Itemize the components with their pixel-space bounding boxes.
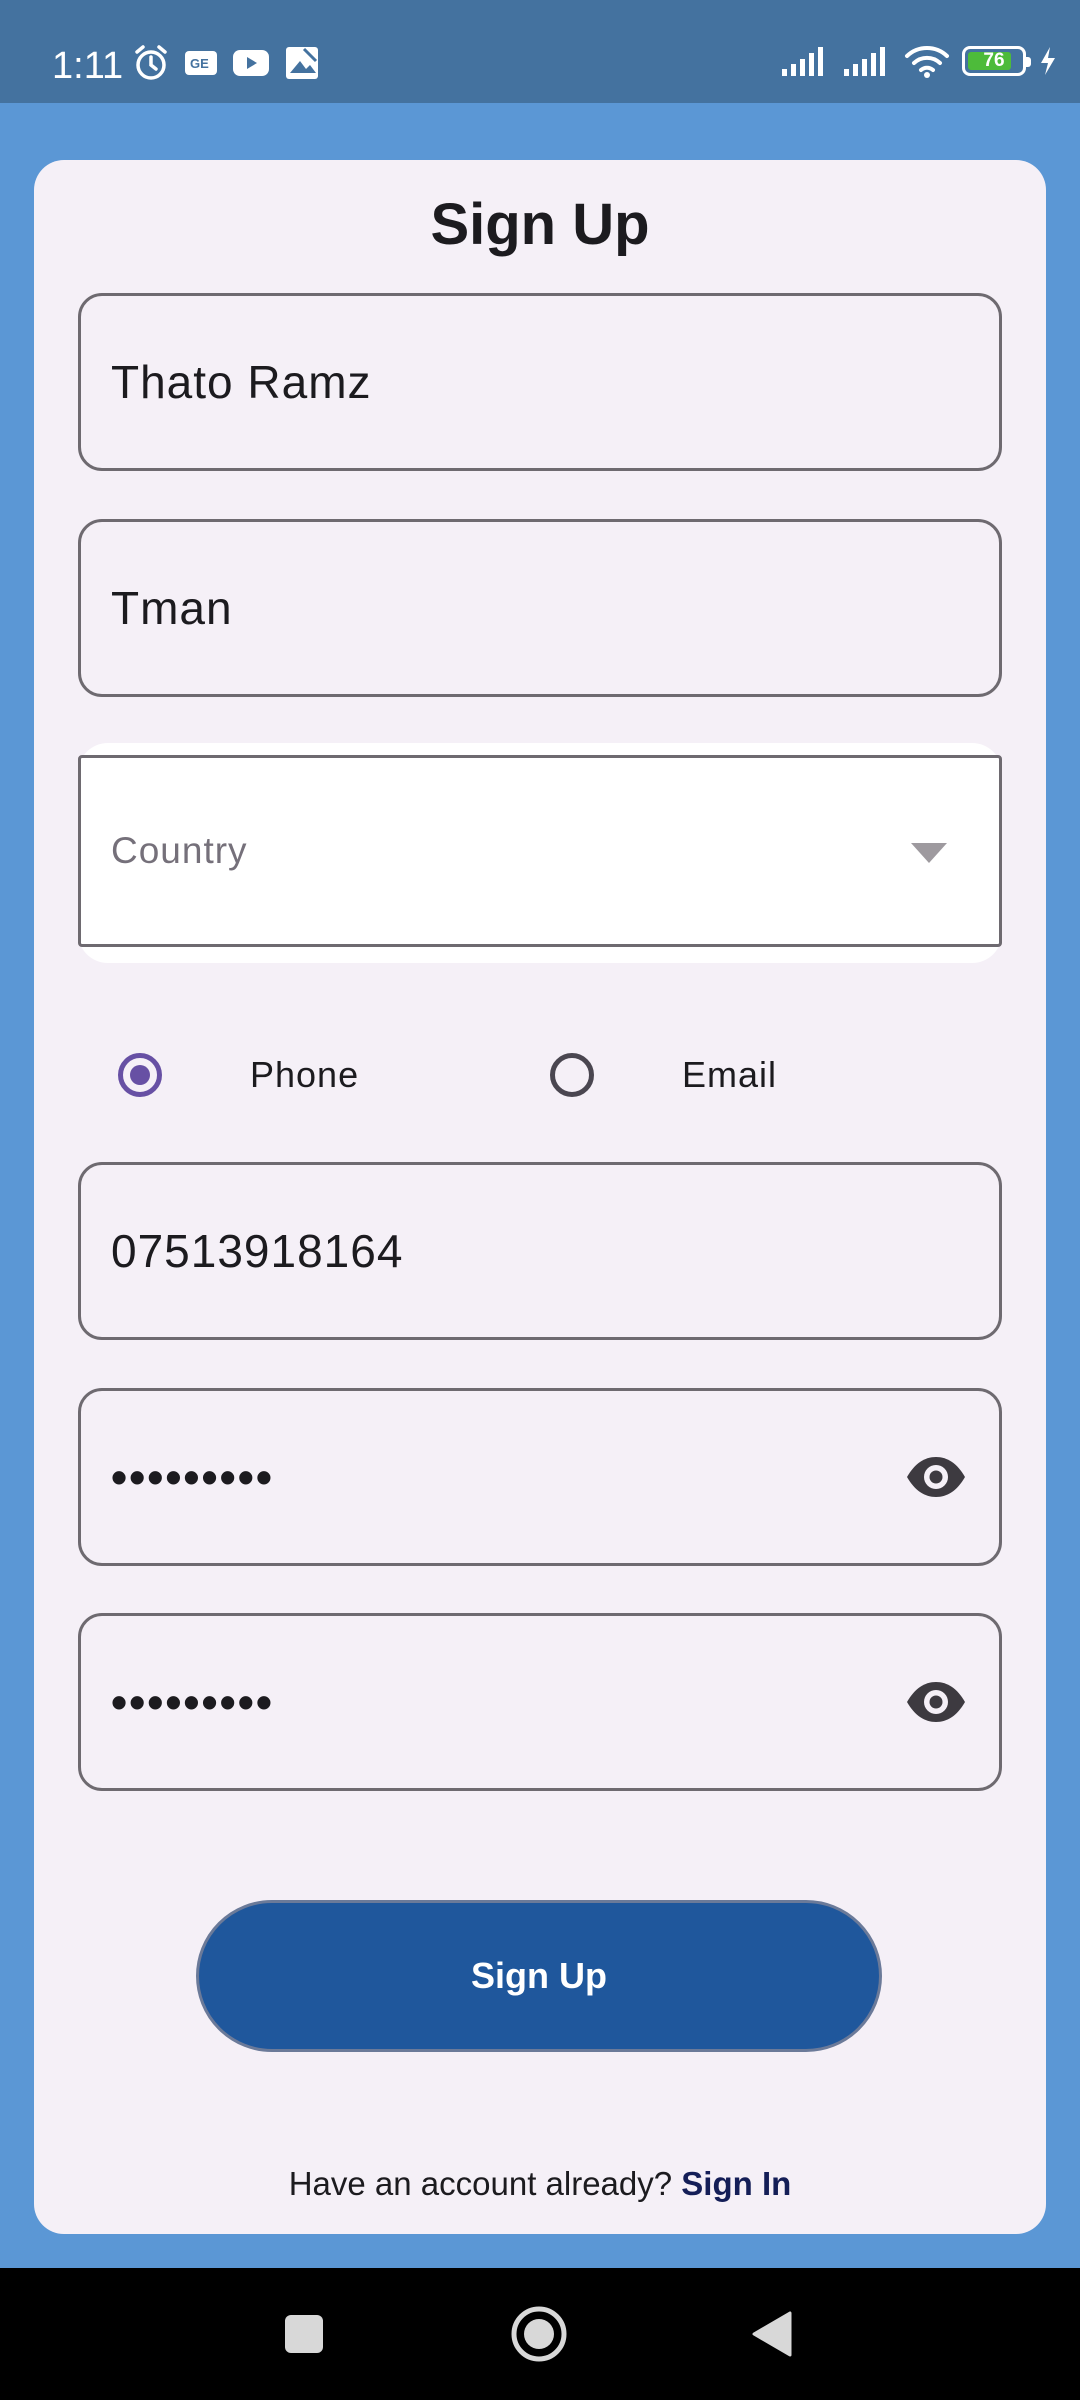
battery-level: 76 bbox=[983, 50, 1005, 71]
radio-option-phone[interactable]: Phone bbox=[118, 1020, 359, 1130]
username-value: Tman bbox=[111, 582, 233, 634]
phone-value: 07513918164 bbox=[111, 1225, 404, 1277]
confirm-password-value: ••••••••• bbox=[111, 1676, 274, 1728]
phone-field[interactable]: 07513918164 bbox=[78, 1162, 1002, 1340]
contact-method-group: Phone Email bbox=[34, 1020, 1046, 1130]
signup-card: Sign Up Thato Ramz Tman Country Phone Em… bbox=[34, 160, 1046, 2234]
svg-text:GE: GE bbox=[190, 56, 209, 71]
password-field[interactable]: ••••••••• bbox=[78, 1388, 1002, 1566]
show-password-eye-icon[interactable] bbox=[905, 1453, 967, 1506]
back-button[interactable] bbox=[752, 2268, 792, 2400]
page-title: Sign Up bbox=[430, 192, 650, 257]
charging-icon bbox=[1038, 45, 1058, 77]
radio-button-email[interactable] bbox=[550, 1053, 594, 1097]
full-name-field[interactable]: Thato Ramz bbox=[78, 293, 1002, 471]
news-icon: GE bbox=[184, 50, 218, 76]
wifi-icon bbox=[904, 44, 950, 78]
battery-icon: 76 bbox=[962, 46, 1031, 76]
signal-icon bbox=[842, 45, 892, 77]
recents-button[interactable] bbox=[284, 2268, 324, 2400]
dropdown-arrow-icon[interactable] bbox=[911, 843, 947, 868]
sign-in-prompt: Have an account already? Sign In bbox=[34, 2165, 1046, 2203]
youtube-icon bbox=[232, 49, 270, 77]
sign-in-link[interactable]: Sign In bbox=[681, 2165, 791, 2202]
status-icons-left: GE bbox=[132, 44, 320, 82]
radio-option-email[interactable]: Email bbox=[550, 1020, 777, 1130]
full-name-value: Thato Ramz bbox=[111, 356, 372, 408]
password-value: ••••••••• bbox=[111, 1451, 274, 1503]
alarm-icon bbox=[132, 44, 170, 82]
signal-icon bbox=[780, 45, 830, 77]
gallery-icon bbox=[284, 45, 320, 81]
system-navigation-bar bbox=[0, 2268, 1080, 2400]
country-dropdown[interactable]: Country bbox=[78, 755, 1002, 947]
country-dropdown-wrapper: Country bbox=[78, 743, 1002, 963]
status-icons-right: 76 bbox=[780, 44, 1058, 78]
status-time: 1:11 bbox=[52, 45, 124, 87]
confirm-password-field[interactable]: ••••••••• bbox=[78, 1613, 1002, 1791]
radio-label-email: Email bbox=[682, 1054, 778, 1095]
radio-label-phone: Phone bbox=[250, 1054, 360, 1095]
country-placeholder: Country bbox=[111, 830, 248, 871]
radio-button-phone[interactable] bbox=[118, 1053, 162, 1097]
status-bar: 1:11 GE 76 bbox=[0, 0, 1080, 103]
sign-in-prompt-text: Have an account already? bbox=[288, 2165, 673, 2202]
username-field[interactable]: Tman bbox=[78, 519, 1002, 697]
home-button[interactable] bbox=[510, 2268, 568, 2400]
sign-up-button[interactable]: Sign Up bbox=[196, 1900, 882, 2052]
show-confirm-password-eye-icon[interactable] bbox=[905, 1678, 967, 1731]
